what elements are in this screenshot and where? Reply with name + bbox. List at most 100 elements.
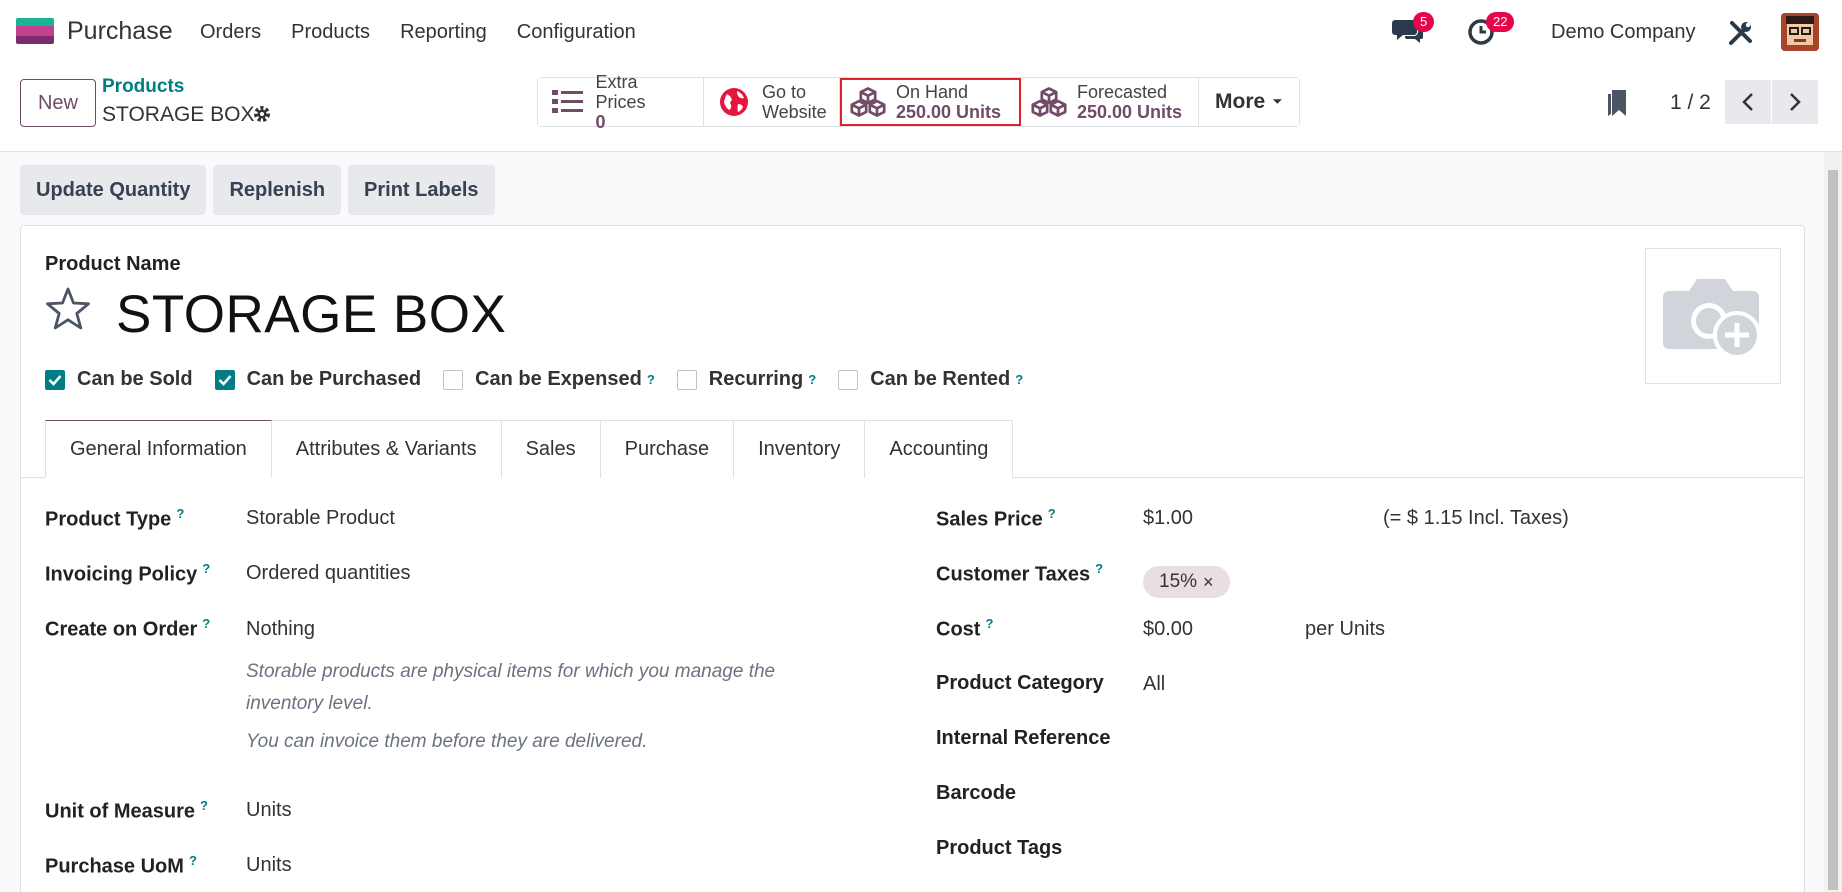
recurring-checkbox[interactable]: Recurring? bbox=[676, 368, 816, 391]
gear-icon[interactable] bbox=[252, 104, 272, 124]
price-incl-taxes: (= $ 1.15 Incl. Taxes) bbox=[1383, 507, 1569, 529]
extra-prices-label: Extra Prices bbox=[595, 72, 646, 112]
update-quantity-button[interactable]: Update Quantity bbox=[20, 165, 207, 215]
new-button[interactable]: New bbox=[20, 79, 96, 127]
product-category-select[interactable]: All bbox=[1143, 673, 1165, 696]
sales-price-input[interactable]: $1.00 bbox=[1143, 507, 1193, 530]
on-hand-qty: 250.00 Units bbox=[896, 102, 1002, 122]
chat-badge: 5 bbox=[1413, 12, 1435, 32]
can-be-sold-label: Can be Sold bbox=[77, 368, 193, 390]
cost-label: Cost? bbox=[936, 616, 994, 641]
can-be-expensed-label: Can be Expensed bbox=[475, 368, 642, 390]
tab-sales[interactable]: Sales bbox=[501, 420, 601, 478]
go-to-label: Go to bbox=[762, 82, 807, 102]
form-sheet: Product Name STORAGE BOX Can be Sold Can… bbox=[20, 225, 1805, 892]
invoice-help-text: You can invoice them before they are del… bbox=[246, 731, 648, 752]
can-be-expensed-checkbox[interactable]: Can be Expensed? bbox=[443, 368, 655, 391]
forecasted-qty: 250.00 Units bbox=[1077, 102, 1183, 122]
app-logo-icon[interactable] bbox=[16, 18, 54, 44]
tab-general-information[interactable]: General Information bbox=[45, 420, 272, 478]
internal-reference-label: Internal Reference bbox=[936, 727, 1111, 749]
menu-orders[interactable]: Orders bbox=[200, 21, 261, 44]
vertical-scrollbar[interactable] bbox=[1824, 152, 1842, 892]
forecasted-button[interactable]: Forecasted 250.00 Units bbox=[1021, 78, 1199, 126]
remove-tag-icon[interactable]: × bbox=[1203, 572, 1214, 593]
checkbox-unchecked-icon bbox=[838, 369, 859, 390]
help-tooltip-icon[interactable]: ? bbox=[1048, 506, 1056, 521]
debug-tools-icon[interactable] bbox=[1728, 20, 1754, 46]
tab-inventory[interactable]: Inventory bbox=[734, 420, 866, 478]
camera-plus-icon bbox=[1663, 279, 1761, 359]
purchase-uom-label: Purchase UoM? bbox=[45, 853, 197, 878]
forecasted-label: Forecasted bbox=[1077, 82, 1168, 102]
scrollbar-thumb[interactable] bbox=[1828, 170, 1838, 890]
help-tooltip-icon[interactable]: ? bbox=[1095, 561, 1103, 576]
help-tooltip-icon[interactable]: ? bbox=[985, 616, 993, 631]
invoicing-policy-label: Invoicing Policy? bbox=[45, 561, 211, 586]
product-name-input[interactable]: STORAGE BOX bbox=[116, 284, 506, 345]
pager-next-button[interactable] bbox=[1772, 80, 1818, 124]
product-image-upload[interactable] bbox=[1645, 248, 1781, 384]
list-icon bbox=[550, 84, 585, 120]
company-switcher[interactable]: Demo Company bbox=[1551, 21, 1696, 44]
more-dropdown[interactable]: More bbox=[1199, 78, 1299, 126]
pager-previous-button[interactable] bbox=[1725, 80, 1771, 124]
breadcrumb-products[interactable]: Products bbox=[102, 76, 184, 98]
purchase-uom-field[interactable]: Units bbox=[246, 854, 292, 877]
cost-input[interactable]: $0.00 bbox=[1143, 618, 1193, 641]
can-be-sold-checkbox[interactable]: Can be Sold bbox=[45, 368, 193, 391]
create-on-order-select[interactable]: Nothing bbox=[246, 618, 315, 641]
help-tooltip-icon[interactable]: ? bbox=[1015, 372, 1023, 387]
unit-of-measure-field[interactable]: Units bbox=[246, 799, 292, 822]
product-category-label: Product Category bbox=[936, 672, 1104, 694]
bookmark-icon[interactable] bbox=[1606, 88, 1628, 118]
app-name[interactable]: Purchase bbox=[67, 17, 173, 46]
pager-value[interactable]: 1 / 2 bbox=[1670, 91, 1711, 115]
globe-icon bbox=[716, 84, 752, 120]
user-avatar[interactable] bbox=[1781, 13, 1819, 51]
help-tooltip-icon[interactable]: ? bbox=[200, 798, 208, 813]
menu-reporting[interactable]: Reporting bbox=[400, 21, 487, 44]
can-be-rented-checkbox[interactable]: Can be Rented? bbox=[838, 368, 1023, 391]
tab-attributes-variants[interactable]: Attributes & Variants bbox=[271, 420, 502, 478]
help-tooltip-icon[interactable]: ? bbox=[647, 372, 655, 387]
chevron-right-icon bbox=[1790, 93, 1801, 111]
help-tooltip-icon[interactable]: ? bbox=[808, 372, 816, 387]
tab-purchase[interactable]: Purchase bbox=[600, 420, 735, 478]
customer-taxes-label: Customer Taxes? bbox=[936, 561, 1104, 586]
caret-down-icon bbox=[1273, 99, 1283, 104]
replenish-button[interactable]: Replenish bbox=[213, 165, 342, 215]
chevron-left-icon bbox=[1742, 93, 1753, 111]
tax-tag-15[interactable]: 15% × bbox=[1143, 566, 1230, 598]
invoicing-policy-select[interactable]: Ordered quantities bbox=[246, 562, 411, 585]
product-name-label: Product Name bbox=[45, 253, 181, 275]
control-panel: New Products STORAGE BOX Extra Prices 0 bbox=[0, 64, 1842, 152]
can-be-purchased-checkbox[interactable]: Can be Purchased bbox=[214, 368, 422, 391]
favorite-star-icon[interactable] bbox=[44, 286, 92, 332]
on-hand-button[interactable]: On Hand 250.00 Units bbox=[840, 78, 1021, 126]
go-to-website-button[interactable]: Go to Website bbox=[704, 78, 840, 126]
extra-prices-button[interactable]: Extra Prices 0 bbox=[538, 72, 704, 132]
help-tooltip-icon[interactable]: ? bbox=[176, 506, 184, 521]
sales-price-label: Sales Price? bbox=[936, 506, 1056, 531]
checkbox-unchecked-icon bbox=[676, 369, 697, 390]
recurring-label: Recurring bbox=[708, 368, 804, 390]
product-flags: Can be Sold Can be Purchased Can be Expe… bbox=[45, 368, 1045, 391]
help-tooltip-icon[interactable]: ? bbox=[202, 561, 210, 576]
tab-accounting[interactable]: Accounting bbox=[865, 420, 1014, 478]
menu-products[interactable]: Products bbox=[291, 21, 370, 44]
can-be-purchased-label: Can be Purchased bbox=[246, 368, 422, 390]
help-tooltip-icon[interactable]: ? bbox=[189, 853, 197, 868]
menu-configuration[interactable]: Configuration bbox=[517, 21, 636, 44]
help-tooltip-icon[interactable]: ? bbox=[202, 616, 210, 631]
notebook-tabs: General Information Attributes & Variant… bbox=[45, 420, 1014, 478]
barcode-label: Barcode bbox=[936, 782, 1017, 804]
tax-tag-label: 15% bbox=[1159, 571, 1198, 592]
checkbox-unchecked-icon bbox=[443, 369, 464, 390]
checkbox-checked-icon bbox=[214, 369, 235, 390]
product-type-select[interactable]: Storable Product bbox=[246, 507, 395, 530]
product-type-label: Product Type? bbox=[45, 506, 185, 531]
main-menu: Orders Products Reporting Configuration bbox=[200, 21, 666, 44]
print-labels-button[interactable]: Print Labels bbox=[348, 165, 495, 215]
unit-of-measure-label: Unit of Measure? bbox=[45, 798, 208, 823]
